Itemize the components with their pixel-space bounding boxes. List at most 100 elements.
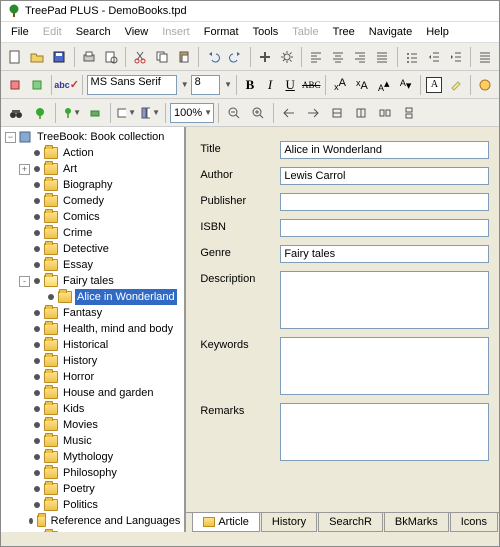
menu-view[interactable]: View: [119, 24, 155, 40]
binoculars-button[interactable]: [5, 102, 27, 124]
zoom-select[interactable]: 100%▼: [170, 103, 214, 123]
expand-icon[interactable]: +: [19, 164, 30, 175]
nav-button[interactable]: [350, 102, 372, 124]
copy-button[interactable]: [152, 46, 172, 68]
genre-field[interactable]: [280, 245, 489, 263]
tree-label[interactable]: House and garden: [61, 385, 156, 401]
font-size-select[interactable]: 8: [191, 75, 220, 95]
menu-navigate[interactable]: Navigate: [363, 24, 418, 40]
preview-button[interactable]: [101, 46, 121, 68]
tree-label[interactable]: Health, mind and body: [61, 321, 175, 337]
title-field[interactable]: [280, 141, 489, 159]
tool-button[interactable]: [27, 74, 47, 96]
collapse-icon[interactable]: −: [5, 132, 16, 143]
tree-item[interactable]: Mythology: [19, 449, 182, 465]
isbn-field[interactable]: [280, 219, 489, 237]
tree-item[interactable]: Historical: [19, 337, 182, 353]
menu-tools[interactable]: Tools: [247, 24, 285, 40]
tree-expand-button[interactable]: ▼: [60, 102, 82, 124]
tree-item[interactable]: Politics: [19, 497, 182, 513]
cut-button[interactable]: [130, 46, 150, 68]
subscript-button[interactable]: xA: [352, 74, 372, 96]
tree-item[interactable]: Alice in Wonderland: [33, 289, 182, 305]
strikethrough-button[interactable]: ABC: [301, 75, 321, 95]
redo-button[interactable]: [225, 46, 245, 68]
tree-label[interactable]: Politics: [61, 497, 100, 513]
publisher-field[interactable]: [280, 193, 489, 211]
tree-item[interactable]: Romance: [19, 529, 182, 532]
tree-item[interactable]: House and garden: [19, 385, 182, 401]
tree-label[interactable]: Poetry: [61, 481, 97, 497]
save-button[interactable]: [49, 46, 69, 68]
print-button[interactable]: [78, 46, 98, 68]
menu-insert[interactable]: Insert: [156, 24, 196, 40]
tab-history[interactable]: History: [261, 513, 317, 532]
spellcheck-button[interactable]: abc✓: [56, 74, 78, 96]
tree-item[interactable]: Essay: [19, 257, 182, 273]
menu-help[interactable]: Help: [420, 24, 455, 40]
tree-item[interactable]: - Fairy tales: [19, 273, 182, 289]
font-color-button[interactable]: A: [425, 74, 445, 96]
tree-label[interactable]: Crime: [61, 225, 94, 241]
tree-item[interactable]: Music: [19, 433, 182, 449]
align-center-button[interactable]: [328, 46, 348, 68]
tree-label[interactable]: Movies: [61, 417, 100, 433]
tree-label[interactable]: Comedy: [61, 193, 106, 209]
tab-icons[interactable]: Icons: [450, 513, 498, 532]
nav-button[interactable]: [278, 102, 300, 124]
tab-searchr[interactable]: SearchR: [318, 513, 383, 532]
menu-file[interactable]: File: [5, 24, 35, 40]
indent-button[interactable]: [446, 46, 466, 68]
tree-label[interactable]: Alice in Wonderland: [75, 289, 177, 305]
tool-button[interactable]: [5, 74, 25, 96]
nav-button[interactable]: [374, 102, 396, 124]
tree-panel[interactable]: −TreeBook: Book collectionAction+ArtBiog…: [1, 127, 186, 532]
tree-label[interactable]: Essay: [61, 257, 95, 273]
tree-label[interactable]: Art: [61, 161, 79, 177]
new-button[interactable]: [5, 46, 25, 68]
chevron-down-icon[interactable]: ▼: [224, 80, 232, 89]
menu-tree[interactable]: Tree: [327, 24, 361, 40]
tree-button[interactable]: [29, 102, 51, 124]
nav-button[interactable]: [398, 102, 420, 124]
zoom-in-button[interactable]: [247, 102, 269, 124]
node-button[interactable]: [84, 102, 106, 124]
tab-bkmarks[interactable]: BkMarks: [384, 513, 449, 532]
options-button[interactable]: [255, 46, 275, 68]
align-justify-button[interactable]: [372, 46, 392, 68]
tree-label[interactable]: Fantasy: [61, 305, 104, 321]
tree-label[interactable]: Mythology: [61, 449, 115, 465]
nav-button[interactable]: [326, 102, 348, 124]
remarks-field[interactable]: [280, 403, 489, 461]
expand-icon[interactable]: -: [19, 276, 30, 287]
font-name-select[interactable]: MS Sans Serif: [87, 75, 177, 95]
zoom-out-button[interactable]: [223, 102, 245, 124]
tree-label[interactable]: Action: [61, 145, 96, 161]
open-button[interactable]: [27, 46, 47, 68]
highlight-button[interactable]: [446, 74, 466, 96]
tree-label[interactable]: Philosophy: [61, 465, 119, 481]
menu-table[interactable]: Table: [286, 24, 324, 40]
tree-item[interactable]: Poetry: [19, 481, 182, 497]
tree-item[interactable]: Fantasy: [19, 305, 182, 321]
tree-item[interactable]: Reference and Languages: [19, 513, 182, 529]
tree-label[interactable]: Fairy tales: [61, 273, 116, 289]
tree-label[interactable]: Horror: [61, 369, 96, 385]
tree-item[interactable]: Biography: [19, 177, 182, 193]
description-field[interactable]: [280, 271, 489, 329]
tree-label[interactable]: Biography: [61, 177, 115, 193]
tree-label[interactable]: Reference and Languages: [49, 513, 183, 529]
tree-item[interactable]: Health, mind and body: [19, 321, 182, 337]
tree-label[interactable]: Music: [61, 433, 94, 449]
tree-item[interactable]: Detective: [19, 241, 182, 257]
outdent-button[interactable]: [424, 46, 444, 68]
tree-label[interactable]: Romance: [61, 529, 112, 532]
menu-format[interactable]: Format: [198, 24, 245, 40]
tree-label[interactable]: Kids: [61, 401, 86, 417]
author-field[interactable]: [280, 167, 489, 185]
underline-button[interactable]: U: [281, 75, 299, 95]
nav-button[interactable]: [302, 102, 324, 124]
chevron-down-icon[interactable]: ▼: [181, 80, 189, 89]
align-left-button[interactable]: [306, 46, 326, 68]
menu-edit[interactable]: Edit: [37, 24, 68, 40]
